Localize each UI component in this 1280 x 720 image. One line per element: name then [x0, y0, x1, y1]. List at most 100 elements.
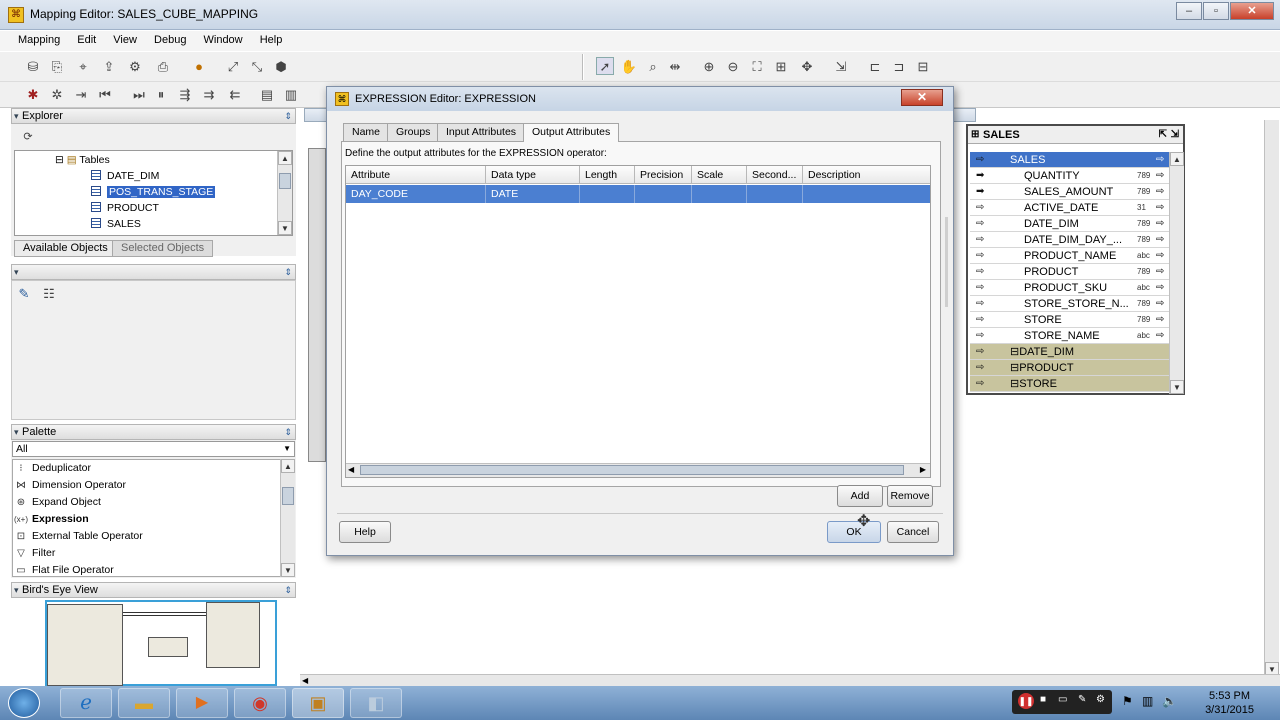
- remove-button[interactable]: Remove: [887, 485, 933, 507]
- scroll-down-icon[interactable]: ▼: [281, 563, 295, 577]
- properties-header[interactable]: ⇕: [11, 264, 296, 280]
- pause-icon[interactable]: ⏸: [152, 86, 170, 104]
- tab-available-objects[interactable]: Available Objects: [14, 240, 117, 257]
- palette-scrollbar[interactable]: ▲ ▼: [280, 459, 295, 577]
- column-header[interactable]: Length: [580, 166, 635, 184]
- cell-precision[interactable]: [635, 185, 692, 203]
- palette-item-external-table[interactable]: ⊡ External Table Operator: [14, 528, 143, 544]
- column-header[interactable]: Precision: [635, 166, 692, 184]
- layout-icon[interactable]: ⊏: [866, 58, 884, 76]
- menu-debug[interactable]: Debug: [146, 31, 192, 46]
- cancel-button[interactable]: Cancel: [887, 521, 939, 543]
- grid-hscroll[interactable]: ◀ ▶: [346, 463, 930, 477]
- column-header[interactable]: Scale: [692, 166, 747, 184]
- cell-attribute[interactable]: DAY_CODE: [346, 185, 486, 203]
- column-header[interactable]: Data type: [486, 166, 580, 184]
- add-button[interactable]: Add: [837, 485, 883, 507]
- properties-icon[interactable]: ●: [190, 58, 208, 76]
- palette-item-deduplicator[interactable]: ⁝ Deduplicator: [14, 460, 91, 476]
- select-cursor-icon[interactable]: ➚: [596, 57, 614, 75]
- watch-icon[interactable]: ▤: [258, 86, 276, 104]
- cell-scale[interactable]: [692, 185, 747, 203]
- camera-icon[interactable]: ▭: [1058, 694, 1067, 705]
- column-header[interactable]: Attribute: [346, 166, 486, 184]
- pin-icon[interactable]: ⇕: [284, 265, 292, 279]
- column-header[interactable]: Second...: [747, 166, 803, 184]
- validate-icon[interactable]: ⛁: [24, 58, 42, 76]
- maximize-icon[interactable]: ⇱: [1159, 126, 1167, 144]
- canvas-vscroll[interactable]: ▼: [1264, 120, 1279, 676]
- menu-window[interactable]: Window: [196, 31, 249, 46]
- expand-icon[interactable]: ⤢: [224, 58, 242, 76]
- explorer-icon[interactable]: ▬: [118, 688, 170, 718]
- arrange-icon[interactable]: ⊟: [914, 58, 932, 76]
- scroll-left-icon[interactable]: ◀: [302, 676, 308, 685]
- resume-icon[interactable]: ⏭: [130, 86, 148, 104]
- birds-eye-view[interactable]: [11, 598, 296, 686]
- column-header[interactable]: Description: [803, 166, 930, 184]
- menu-edit[interactable]: Edit: [69, 31, 102, 46]
- start-button[interactable]: [8, 688, 40, 718]
- wand-icon[interactable]: ✎: [15, 285, 33, 303]
- tab-name[interactable]: Name: [343, 123, 390, 141]
- list-icon[interactable]: ☷: [40, 285, 58, 303]
- grid-icon[interactable]: ⊞: [772, 58, 790, 76]
- collapse-icon[interactable]: ⇲: [832, 58, 850, 76]
- palette-item-dimension[interactable]: ⋈ Dimension Operator: [14, 477, 126, 493]
- generate-icon[interactable]: ⎘: [48, 58, 66, 76]
- bug-icon[interactable]: ✱: [24, 86, 42, 104]
- tree-folder-tables[interactable]: ⊟ ▤ Tables: [55, 153, 110, 167]
- attribute-row[interactable]: ⇨ DATE_DIM_DAY_... 789 ⇨: [970, 232, 1170, 248]
- scroll-up-icon[interactable]: ▲: [278, 151, 292, 165]
- close-button[interactable]: ✕: [1230, 2, 1274, 20]
- recorder-controls[interactable]: ❚❚ ■ ▭ ✎ ⚙: [1012, 690, 1112, 714]
- settings-icon[interactable]: ⚙: [126, 58, 144, 76]
- media-player-icon[interactable]: ▶: [176, 688, 228, 718]
- tag-icon[interactable]: ⌖: [74, 58, 92, 76]
- scroll-up-icon[interactable]: ▲: [1170, 152, 1184, 166]
- pause-record-icon[interactable]: ❚❚: [1018, 693, 1034, 709]
- link-icon[interactable]: ⤡: [248, 58, 266, 76]
- deploy-icon[interactable]: ⇪: [100, 58, 118, 76]
- app-window-icon[interactable]: ◧: [350, 688, 402, 718]
- cell-length[interactable]: [580, 185, 635, 203]
- scroll-thumb[interactable]: [282, 487, 294, 505]
- zoom-in-icon[interactable]: ⊕: [700, 58, 718, 76]
- network-icon[interactable]: ▥: [1142, 694, 1153, 708]
- cell-seconds[interactable]: [747, 185, 803, 203]
- volume-icon[interactable]: 🔈: [1162, 694, 1177, 708]
- scroll-thumb[interactable]: [279, 173, 291, 189]
- attribute-group[interactable]: ⇨ ⊟STORE: [970, 376, 1170, 392]
- stop-debug-icon[interactable]: ✲: [48, 86, 66, 104]
- menu-view[interactable]: View: [105, 31, 143, 46]
- scroll-down-icon[interactable]: ▼: [1170, 380, 1184, 394]
- move-icon[interactable]: ✥: [798, 58, 816, 76]
- tab-selected-objects[interactable]: Selected Objects: [112, 240, 214, 257]
- step-out-icon[interactable]: ⇇: [226, 86, 244, 104]
- flag-icon[interactable]: ⚑: [1122, 694, 1133, 708]
- tab-output-attributes[interactable]: Output Attributes: [523, 123, 620, 142]
- refresh-icon[interactable]: ⟳: [19, 128, 37, 146]
- dialog-titlebar[interactable]: ⌘ EXPRESSION Editor: EXPRESSION ✕: [327, 87, 953, 111]
- palette-header[interactable]: Palette ⇕: [11, 424, 296, 440]
- stop-record-icon[interactable]: ■: [1040, 694, 1046, 705]
- skip-back-icon[interactable]: ⏮: [96, 86, 114, 104]
- pen-icon[interactable]: ✎: [1078, 694, 1086, 705]
- breakpoint-icon[interactable]: ▥: [282, 86, 300, 104]
- tree-item[interactable]: SALES: [91, 217, 141, 231]
- help-button[interactable]: Help: [339, 521, 391, 543]
- hand-icon[interactable]: ⬢: [272, 58, 290, 76]
- pin-icon[interactable]: ⇕: [284, 425, 292, 439]
- cell-data-type[interactable]: DATE: [486, 185, 580, 203]
- menu-mapping[interactable]: Mapping: [0, 31, 66, 46]
- align-icon[interactable]: ⊐: [890, 58, 908, 76]
- tab-input-attributes[interactable]: Input Attributes: [437, 123, 526, 141]
- attribute-group[interactable]: ⇨ ⊟DATE_DIM: [970, 344, 1170, 360]
- attribute-row[interactable]: ⇨ PRODUCT_NAME abc ⇨: [970, 248, 1170, 264]
- attribute-row[interactable]: ⇨ PRODUCT_SKU abc ⇨: [970, 280, 1170, 296]
- sales-operator[interactable]: ⊞ SALES ⇱ ⇲ ⇨ SALES ⇨ ➡ QUANTITY 789 ⇨ ➡ SALES…: [966, 124, 1185, 395]
- minimize-button[interactable]: –: [1176, 2, 1202, 20]
- attribute-row[interactable]: ⇨ STORE_STORE_N... 789 ⇨: [970, 296, 1170, 312]
- scroll-down-icon[interactable]: ▼: [278, 221, 292, 235]
- palette-item-flat-file[interactable]: ▭ Flat File Operator: [14, 562, 113, 578]
